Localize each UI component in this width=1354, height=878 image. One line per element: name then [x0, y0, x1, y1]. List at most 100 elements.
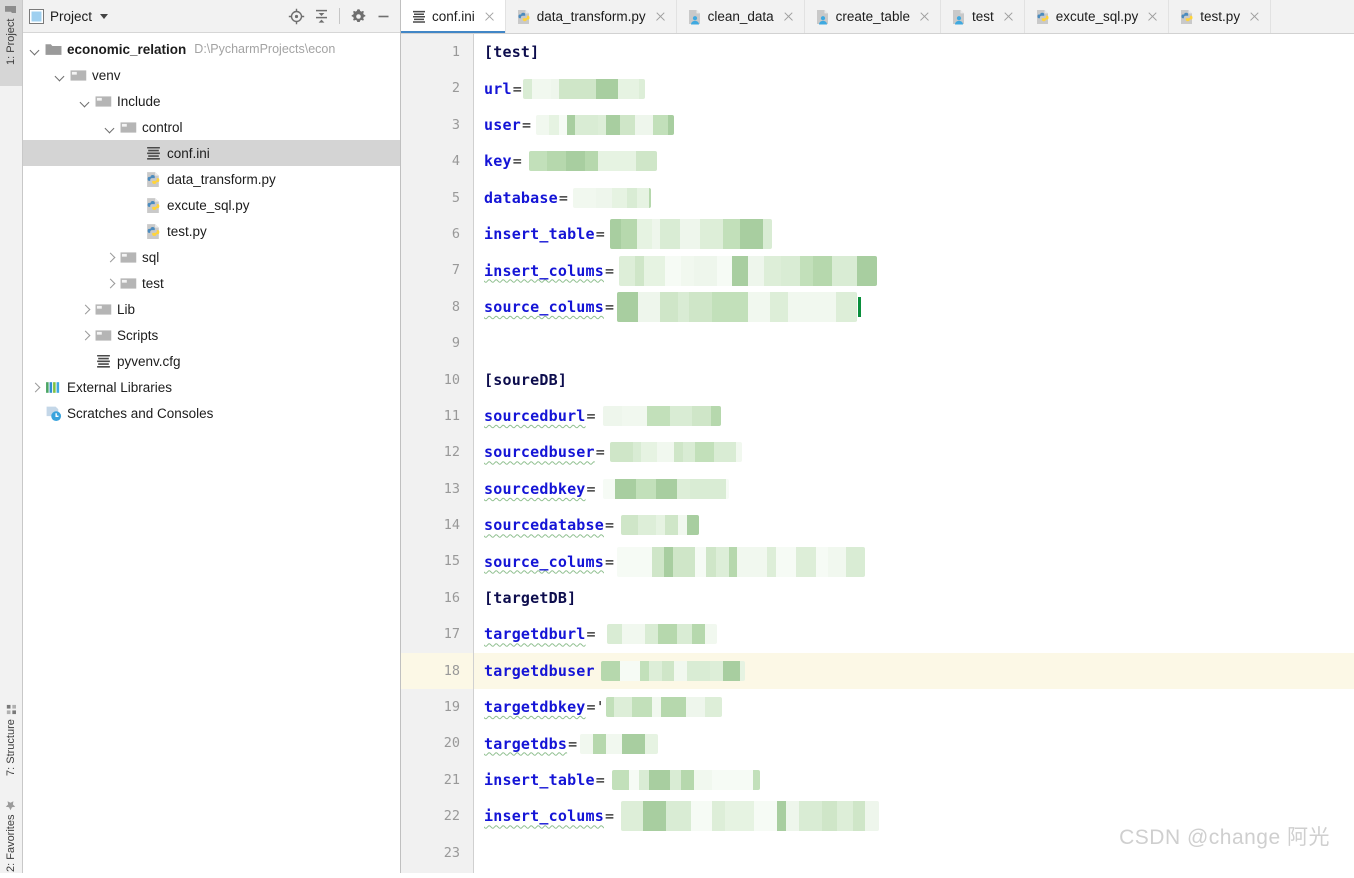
- line-number[interactable]: 11: [401, 398, 473, 434]
- line-number[interactable]: 2: [401, 70, 473, 106]
- minimize-icon[interactable]: [372, 5, 394, 27]
- code-line[interactable]: targetdbkey =': [474, 689, 1354, 725]
- line-number[interactable]: 5: [401, 180, 473, 216]
- chevron-down-icon[interactable]: [54, 69, 67, 82]
- tree-node-control[interactable]: control: [23, 114, 400, 140]
- line-number[interactable]: 14: [401, 507, 473, 543]
- line-number[interactable]: 6: [401, 216, 473, 252]
- editor-tab-conf-ini[interactable]: conf.ini: [401, 0, 506, 33]
- code-line[interactable]: [474, 325, 1354, 361]
- tree-node-scratches-and-consoles[interactable]: Scratches and Consoles: [23, 400, 400, 426]
- code-line[interactable]: source_colums =: [474, 543, 1354, 579]
- line-number[interactable]: 20: [401, 725, 473, 761]
- close-icon[interactable]: [483, 10, 496, 23]
- line-number[interactable]: 13: [401, 471, 473, 507]
- code-line[interactable]: targetdbs =: [474, 725, 1354, 761]
- editor-tab-test-py[interactable]: test.py: [1169, 0, 1272, 33]
- chevron-right-icon[interactable]: [29, 381, 42, 394]
- code-line[interactable]: insert_table =: [474, 762, 1354, 798]
- editor-tab-create-table[interactable]: create_table: [805, 0, 941, 33]
- chevron-right-icon[interactable]: [79, 329, 92, 342]
- chevron-down-icon[interactable]: [104, 121, 117, 134]
- line-number[interactable]: 4: [401, 143, 473, 179]
- close-icon[interactable]: [918, 10, 931, 23]
- chevron-right-icon[interactable]: [104, 251, 117, 264]
- editor-tab-data-transform-py[interactable]: data_transform.py: [506, 0, 677, 33]
- close-icon[interactable]: [1002, 10, 1015, 23]
- code-line[interactable]: sourcedburl =: [474, 398, 1354, 434]
- line-number[interactable]: 15: [401, 543, 473, 579]
- line-number[interactable]: 1: [401, 34, 473, 70]
- folder-lib-icon: [95, 329, 112, 341]
- tree-node-sql[interactable]: sql: [23, 244, 400, 270]
- editor-tab-excute-sql-py[interactable]: excute_sql.py: [1025, 0, 1170, 33]
- code-line[interactable]: database =: [474, 180, 1354, 216]
- tree-node-include[interactable]: Include: [23, 88, 400, 114]
- line-number[interactable]: 16: [401, 580, 473, 616]
- tree-node-conf-ini[interactable]: conf.ini: [23, 140, 400, 166]
- tree-node-scripts[interactable]: Scripts: [23, 322, 400, 348]
- tree-node-lib[interactable]: Lib: [23, 296, 400, 322]
- gear-icon[interactable]: [347, 5, 369, 27]
- code-line[interactable]: targetdbuser: [474, 652, 1354, 690]
- code-line[interactable]: sourcedbkey =: [474, 471, 1354, 507]
- code-line[interactable]: targetdburl =: [474, 616, 1354, 652]
- code-line[interactable]: [test]: [474, 34, 1354, 70]
- line-number[interactable]: 9: [401, 325, 473, 361]
- line-number[interactable]: 18: [401, 652, 473, 690]
- locate-icon[interactable]: [285, 5, 307, 27]
- code-content[interactable]: [test] url = user = key = database = insert_table…: [474, 34, 1354, 873]
- close-icon[interactable]: [1248, 10, 1261, 23]
- tree-node-excute-sql-py[interactable]: excute_sql.py: [23, 192, 400, 218]
- tree-node-test[interactable]: test: [23, 270, 400, 296]
- line-number-gutter[interactable]: 1 2 3 4 5 6 7 8 9 10 11 12 13 14 15 16 17 18 19 20 21 22 23: [401, 34, 474, 873]
- line-number[interactable]: 17: [401, 616, 473, 652]
- code-line[interactable]: key =: [474, 143, 1354, 179]
- line-number[interactable]: 7: [401, 252, 473, 288]
- line-number[interactable]: 10: [401, 362, 473, 398]
- code-line[interactable]: sourcedbuser =: [474, 434, 1354, 470]
- tree-node-pyvenv-cfg[interactable]: pyvenv.cfg: [23, 348, 400, 374]
- code-line[interactable]: source_colums =: [474, 289, 1354, 325]
- line-number[interactable]: 22: [401, 798, 473, 834]
- code-line[interactable]: insert_table =: [474, 216, 1354, 252]
- rail-tab-favorites[interactable]: 2: Favorites: [0, 796, 22, 878]
- rail-tab-structure[interactable]: 7: Structure: [0, 700, 22, 792]
- line-number[interactable]: 12: [401, 434, 473, 470]
- code-line[interactable]: insert_colums =: [474, 252, 1354, 288]
- chevron-right-icon[interactable]: [79, 303, 92, 316]
- close-icon[interactable]: [654, 10, 667, 23]
- redacted-value: [609, 442, 742, 463]
- code-line[interactable]: sourcedatabse =: [474, 507, 1354, 543]
- code-line[interactable]: url =: [474, 70, 1354, 106]
- rail-tab-project[interactable]: 1: Project: [0, 0, 22, 86]
- chevron-right-icon[interactable]: [104, 277, 117, 290]
- code-line[interactable]: user =: [474, 107, 1354, 143]
- chevron-down-icon[interactable]: [100, 13, 109, 19]
- line-number[interactable]: 8: [401, 289, 473, 325]
- tree-node-venv[interactable]: venv: [23, 62, 400, 88]
- editor-tab-clean-data[interactable]: clean_data: [677, 0, 805, 33]
- chevron-down-icon[interactable]: [29, 43, 42, 56]
- code-line[interactable]: insert_colums =: [474, 798, 1354, 834]
- chevron-down-icon[interactable]: [79, 95, 92, 108]
- tree-node-test-py[interactable]: test.py: [23, 218, 400, 244]
- editor-tab-bar[interactable]: conf.ini data_transform.py clean_data creat…: [401, 0, 1354, 34]
- line-number[interactable]: 19: [401, 689, 473, 725]
- code-line[interactable]: [474, 835, 1354, 871]
- editor-tab-label: test: [971, 9, 994, 24]
- code-line[interactable]: [soureDB]: [474, 362, 1354, 398]
- line-number[interactable]: 3: [401, 107, 473, 143]
- close-icon[interactable]: [782, 10, 795, 23]
- tree-node-external-libraries[interactable]: External Libraries: [23, 374, 400, 400]
- tree-node-data-transform-py[interactable]: data_transform.py: [23, 166, 400, 192]
- close-icon[interactable]: [1146, 10, 1159, 23]
- collapse-all-icon[interactable]: [310, 5, 332, 27]
- line-number[interactable]: 21: [401, 762, 473, 798]
- code-line[interactable]: [targetDB]: [474, 580, 1354, 616]
- project-tree[interactable]: economic_relation D:\PycharmProjects\econ…: [23, 33, 400, 873]
- editor-tab-test[interactable]: test: [941, 0, 1025, 33]
- line-number[interactable]: 23: [401, 835, 473, 871]
- tree-node-economic-relation[interactable]: economic_relation D:\PycharmProjects\econ: [23, 36, 400, 62]
